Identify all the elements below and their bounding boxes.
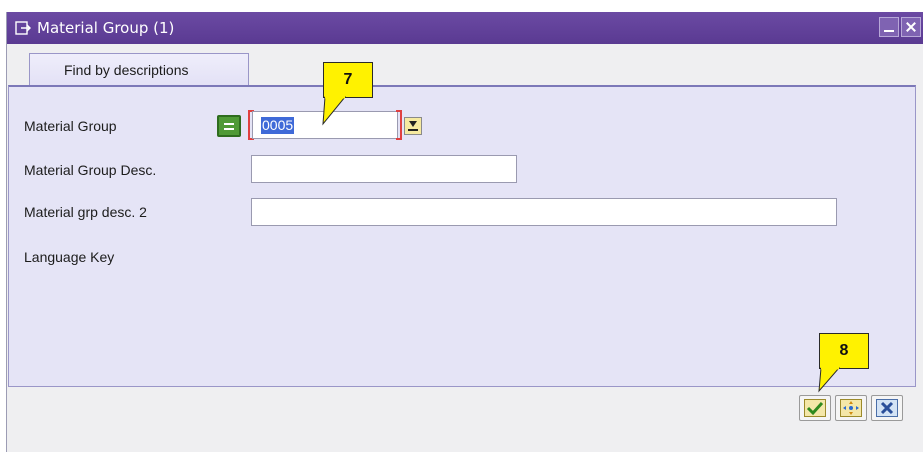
callout-step-8: 8 — [819, 333, 869, 369]
cancel-icon — [876, 399, 898, 417]
close-window-button[interactable] — [901, 17, 921, 37]
equals-icon[interactable] — [217, 115, 241, 137]
search-criteria-panel — [8, 85, 916, 387]
tab-label: Find by descriptions — [64, 62, 189, 78]
window-title: Material Group (1) — [37, 19, 175, 37]
cancel-button[interactable] — [871, 395, 903, 421]
tab-find-by-descriptions[interactable]: Find by descriptions — [29, 53, 249, 85]
required-marker-right — [396, 110, 402, 140]
callout-step-7: 7 — [323, 62, 373, 98]
material-group-desc-label: Material Group Desc. — [24, 162, 157, 178]
minimize-button[interactable] — [879, 17, 899, 37]
checkmark-icon — [804, 399, 826, 417]
search-help-icon[interactable] — [404, 117, 422, 135]
material-group-value: 0005 — [261, 117, 295, 134]
dialog-icon — [15, 20, 31, 36]
material-group-label: Material Group — [24, 118, 117, 134]
language-key-label: Language Key — [24, 249, 115, 265]
callout-7-tail — [322, 96, 347, 126]
callout-8-tail — [818, 367, 841, 393]
material-grp-desc2-label: Material grp desc. 2 — [24, 204, 147, 220]
material-group-desc-input[interactable] — [251, 155, 517, 183]
multiple-selection-button[interactable] — [835, 395, 867, 421]
dialog-window: Material Group (1) Find by descriptions … — [6, 12, 923, 452]
material-grp-desc2-input[interactable] — [251, 198, 837, 226]
title-bar[interactable]: Material Group (1) — [7, 12, 923, 44]
multiple-selection-icon — [840, 399, 862, 417]
continue-button[interactable] — [799, 395, 831, 421]
